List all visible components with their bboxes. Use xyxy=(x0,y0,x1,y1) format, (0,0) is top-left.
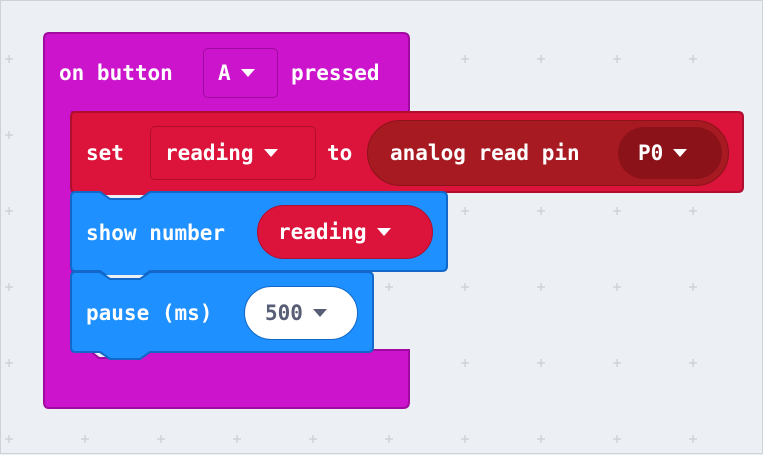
grid-plus-mark xyxy=(537,359,545,367)
grid-plus-mark xyxy=(5,55,13,63)
pause-duration-value: 500 xyxy=(265,301,303,325)
grid-plus-mark xyxy=(689,55,697,63)
to-label: to xyxy=(327,141,353,165)
grid-plus-mark xyxy=(5,283,13,291)
grid-plus-mark xyxy=(385,435,393,443)
grid-plus-mark xyxy=(613,283,621,291)
variable-dropdown[interactable]: reading xyxy=(150,126,316,180)
show-number-label: show number xyxy=(86,221,226,245)
grid-plus-mark xyxy=(81,435,89,443)
grid-plus-mark xyxy=(613,207,621,215)
grid-plus-mark xyxy=(309,435,317,443)
analog-read-pin-label: analog read pin xyxy=(390,141,580,165)
show-variable-value: reading xyxy=(278,220,367,244)
grid-plus-mark xyxy=(537,283,545,291)
grid-plus-mark xyxy=(5,435,13,443)
grid-plus-mark xyxy=(689,283,697,291)
grid-plus-mark xyxy=(157,435,165,443)
grid-plus-mark xyxy=(233,435,241,443)
grid-plus-mark xyxy=(461,359,469,367)
set-label: set xyxy=(86,141,124,165)
grid-plus-mark xyxy=(461,207,469,215)
blocks-workspace[interactable]: on button A pressed set reading to analo… xyxy=(0,0,763,454)
grid-plus-mark xyxy=(537,207,545,215)
chevron-down-icon xyxy=(240,69,255,77)
grid-plus-mark xyxy=(461,435,469,443)
grid-plus-mark xyxy=(613,435,621,443)
grid-plus-mark xyxy=(537,55,545,63)
chevron-down-icon xyxy=(376,228,391,236)
chevron-down-icon xyxy=(673,149,688,157)
grid-plus-mark xyxy=(537,435,545,443)
variable-dropdown-value: reading xyxy=(165,141,254,165)
grid-plus-mark xyxy=(689,359,697,367)
grid-plus-mark xyxy=(461,283,469,291)
on-button-label: on button xyxy=(59,61,173,85)
grid-plus-mark xyxy=(689,207,697,215)
pressed-label: pressed xyxy=(291,61,380,85)
chevron-down-icon xyxy=(312,309,327,317)
grid-plus-mark xyxy=(5,207,13,215)
pause-label: pause (ms) xyxy=(86,301,213,325)
button-dropdown-value: A xyxy=(218,61,231,85)
show-variable-reporter[interactable]: reading xyxy=(257,205,433,259)
chevron-down-icon xyxy=(263,149,278,157)
grid-plus-mark xyxy=(5,359,13,367)
grid-plus-mark xyxy=(5,131,13,139)
button-dropdown[interactable]: A xyxy=(203,48,278,98)
grid-plus-mark xyxy=(461,55,469,63)
pin-dropdown-value: P0 xyxy=(638,141,664,165)
pause-duration-dropdown[interactable]: 500 xyxy=(244,286,358,340)
pin-dropdown[interactable]: P0 xyxy=(618,127,722,179)
grid-plus-mark xyxy=(613,359,621,367)
grid-plus-mark xyxy=(613,55,621,63)
grid-plus-mark xyxy=(689,435,697,443)
